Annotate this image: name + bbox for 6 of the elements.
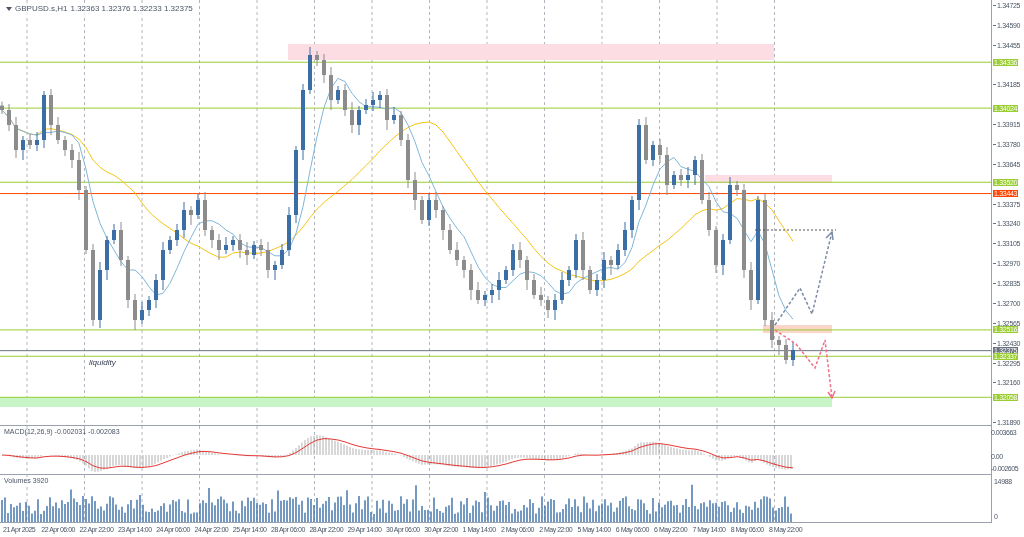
dropdown-icon: [6, 7, 12, 11]
projection-arrow: [774, 329, 836, 400]
quote-values: 1.32363 1.32376 1.32233 1.32375: [70, 3, 193, 15]
supply-zone: [763, 325, 832, 333]
symbol-label: GBPUSD.s,H1: [15, 3, 68, 15]
annotation-label: liquidity: [88, 357, 117, 369]
